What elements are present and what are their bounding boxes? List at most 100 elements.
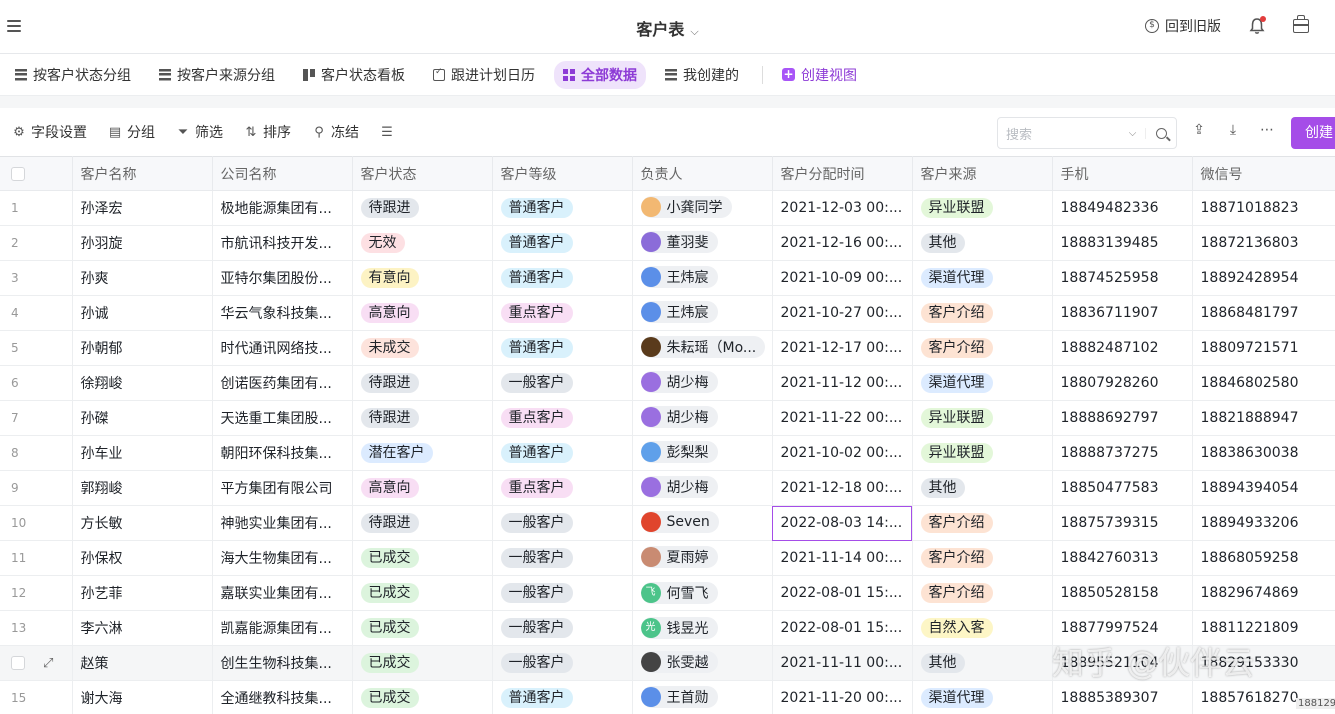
table-row[interactable]: ⤢ 赵策 创生生物科技集... 已成交 一般客户 张雯越 2021-11-11 00:...… [0, 645, 1335, 681]
assign-time-cell[interactable]: 2021-11-12 00:... [771, 365, 913, 401]
phone-cell[interactable]: 18875739315 [1051, 505, 1193, 541]
customer-name-cell[interactable]: 孙诚 [71, 295, 213, 331]
tab-view-4[interactable]: 全部数据 [554, 60, 646, 89]
create-view-button[interactable]: + 创建视图 [773, 61, 866, 89]
expand-icon[interactable]: ⤢ [43, 656, 53, 671]
status-cell[interactable]: 无效 [351, 225, 493, 261]
tab-view-0[interactable]: 按客户状态分组 [6, 61, 140, 89]
table-row[interactable]: 15 谢大海 全通继教科技集... 已成交 普通客户 王首勋 2021-11-20 00:.… [0, 680, 1335, 714]
wechat-cell[interactable]: 18894394054 [1191, 470, 1335, 506]
status-cell[interactable]: 待跟进 [351, 190, 493, 226]
assign-time-cell[interactable]: 2021-11-22 00:... [771, 400, 913, 436]
assign-time-cell[interactable]: 2021-12-18 00:... [771, 470, 913, 506]
column-header[interactable]: 客户等级 [491, 156, 633, 191]
company-name-cell[interactable]: 嘉联实业集团有... [211, 575, 353, 611]
table-row[interactable]: 3 孙爽 亚特尔集团股份... 有意向 普通客户 王炜宸 2021-10-09 00:...… [0, 260, 1335, 296]
assign-time-cell[interactable]: 2022-08-01 15:... [771, 575, 913, 611]
source-cell[interactable]: 客户介绍 [911, 505, 1053, 541]
tab-view-2[interactable]: 客户状态看板 [294, 61, 414, 89]
level-cell[interactable]: 普通客户 [491, 680, 633, 714]
column-header[interactable]: 客户来源 [911, 156, 1053, 191]
owner-cell[interactable]: 夏雨婷 [631, 540, 773, 576]
level-cell[interactable]: 重点客户 [491, 295, 633, 331]
table-row[interactable]: 1 孙泽宏 极地能源集团有... 待跟进 普通客户 小龚同学 2021-12-03 00:.… [0, 190, 1335, 226]
table-row[interactable]: 9 郭翔峻 平方集团有限公司 高意向 重点客户 胡少梅 2021-12-18 00:... 其… [0, 470, 1335, 506]
owner-cell[interactable]: 王炜宸 [631, 295, 773, 331]
source-cell[interactable]: 异业联盟 [911, 190, 1053, 226]
table-row[interactable]: 2 孙羽旋 市航讯科技开发... 无效 普通客户 董羽斐 2021-12-16 00:...… [0, 225, 1335, 261]
row-height-button[interactable]: ☰ [380, 125, 394, 140]
assign-time-cell[interactable]: 2022-08-03 14:... [771, 505, 913, 541]
phone-cell[interactable]: 18895521104 [1051, 645, 1193, 681]
owner-cell[interactable]: 张雯越 [631, 645, 773, 681]
phone-cell[interactable]: 18888737275 [1051, 435, 1193, 471]
company-name-cell[interactable]: 华云气象科技集... [211, 295, 353, 331]
status-cell[interactable]: 已成交 [351, 680, 493, 714]
source-cell[interactable]: 客户介绍 [911, 540, 1053, 576]
wechat-cell[interactable]: 18829674869 [1191, 575, 1335, 611]
search-input[interactable]: 搜索 ⌵ [997, 117, 1177, 149]
table-title-dropdown[interactable]: 客户表 ⌵ [636, 20, 698, 39]
column-header[interactable]: 负责人 [631, 156, 773, 191]
level-cell[interactable]: 普通客户 [491, 260, 633, 296]
company-name-cell[interactable]: 平方集团有限公司 [211, 470, 353, 506]
wechat-cell[interactable]: 18846802580 [1191, 365, 1335, 401]
owner-cell[interactable]: 王首勋 [631, 680, 773, 714]
upload-icon[interactable]: ⇪ [1191, 122, 1207, 138]
more-icon[interactable]: ⋯ [1259, 122, 1275, 138]
phone-cell[interactable]: 18850528158 [1051, 575, 1193, 611]
company-name-cell[interactable]: 海大生物集团有... [211, 540, 353, 576]
status-cell[interactable]: 待跟进 [351, 400, 493, 436]
source-cell[interactable]: 渠道代理 [911, 365, 1053, 401]
company-name-cell[interactable]: 时代通讯网络技... [211, 330, 353, 366]
level-cell[interactable]: 一般客户 [491, 365, 633, 401]
assign-time-cell[interactable]: 2021-10-27 00:... [771, 295, 913, 331]
menu-icon[interactable] [7, 20, 21, 32]
table-row[interactable]: 4 孙诚 华云气象科技集... 高意向 重点客户 王炜宸 2021-10-27 00:...… [0, 295, 1335, 331]
select-all-checkbox[interactable] [0, 156, 73, 191]
source-cell[interactable]: 其他 [911, 645, 1053, 681]
phone-cell[interactable]: 18836711907 [1051, 295, 1193, 331]
table-row[interactable]: 7 孙磔 天选重工集团股... 待跟进 重点客户 胡少梅 2021-11-22 00:...… [0, 400, 1335, 436]
field-settings-button[interactable]: ⚙ 字段设置 [12, 122, 87, 142]
tab-view-5[interactable]: 我创建的 [656, 61, 748, 89]
assign-time-cell[interactable]: 2021-12-03 00:... [771, 190, 913, 226]
level-cell[interactable]: 一般客户 [491, 575, 633, 611]
level-cell[interactable]: 一般客户 [491, 505, 633, 541]
company-name-cell[interactable]: 极地能源集团有... [211, 190, 353, 226]
customer-name-cell[interactable]: 孙爽 [71, 260, 213, 296]
chevron-down-icon[interactable]: ⌵ [1120, 127, 1146, 139]
level-cell[interactable]: 重点客户 [491, 400, 633, 436]
column-header[interactable]: 手机 [1051, 156, 1193, 191]
company-name-cell[interactable]: 市航讯科技开发... [211, 225, 353, 261]
level-cell[interactable]: 普通客户 [491, 435, 633, 471]
table-row[interactable]: 5 孙朝郁 时代通讯网络技... 未成交 普通客户 朱耘瑶（Mo... 2021-12-17… [0, 330, 1335, 366]
status-cell[interactable]: 已成交 [351, 610, 493, 646]
wechat-cell[interactable]: 18838630038 [1191, 435, 1335, 471]
owner-cell[interactable]: 胡少梅 [631, 400, 773, 436]
table-row[interactable]: 11 孙保权 海大生物集团有... 已成交 一般客户 夏雨婷 2021-11-14 00:.… [0, 540, 1335, 576]
owner-cell[interactable]: 朱耘瑶（Mo... [631, 330, 773, 366]
level-cell[interactable]: 一般客户 [491, 610, 633, 646]
customer-name-cell[interactable]: 谢大海 [71, 680, 213, 714]
customer-name-cell[interactable]: 李六淋 [71, 610, 213, 646]
sort-button[interactable]: ⇅ 排序 [244, 122, 291, 142]
toolbox-icon[interactable] [1293, 15, 1309, 33]
tab-view-1[interactable]: 按客户来源分组 [150, 61, 284, 89]
level-cell[interactable]: 普通客户 [491, 330, 633, 366]
assign-time-cell[interactable]: 2021-11-11 00:... [771, 645, 913, 681]
table-row[interactable]: 12 孙艺菲 嘉联实业集团有... 已成交 一般客户 飞何雪飞 2022-08-01 15:… [0, 575, 1335, 611]
phone-cell[interactable]: 18888692797 [1051, 400, 1193, 436]
wechat-cell[interactable]: 18894933206 [1191, 505, 1335, 541]
assign-time-cell[interactable]: 2021-12-16 00:... [771, 225, 913, 261]
phone-cell[interactable]: 18877997524 [1051, 610, 1193, 646]
freeze-button[interactable]: ⚲ 冻结 [312, 122, 359, 142]
customer-name-cell[interactable]: 赵策 [71, 645, 213, 681]
create-record-button[interactable]: 创建 [1291, 117, 1335, 149]
source-cell[interactable]: 异业联盟 [911, 435, 1053, 471]
phone-cell[interactable]: 18850477583 [1051, 470, 1193, 506]
wechat-cell[interactable]: 18821888947 [1191, 400, 1335, 436]
assign-time-cell[interactable]: 2021-11-20 00:... [771, 680, 913, 714]
company-name-cell[interactable]: 全通继教科技集... [211, 680, 353, 714]
customer-name-cell[interactable]: 郭翔峻 [71, 470, 213, 506]
